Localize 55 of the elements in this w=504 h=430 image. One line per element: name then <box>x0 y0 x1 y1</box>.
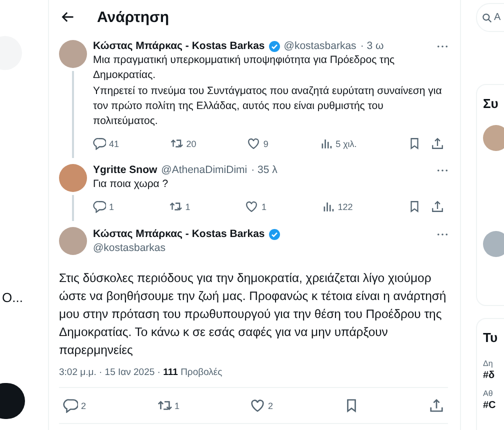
trend-category: Δη <box>483 359 494 368</box>
post-time: · 3 ω <box>360 40 384 52</box>
bookmark-icon[interactable] <box>408 137 421 150</box>
more-icon[interactable] <box>437 44 448 48</box>
more-icon[interactable] <box>437 232 448 236</box>
repost-icon <box>169 200 182 213</box>
page-title: Ανάρτηση <box>97 8 169 26</box>
speech-bubble-icon <box>93 137 106 150</box>
avatar-photo-placeholder[interactable] <box>59 164 87 192</box>
trend-hashtag[interactable]: #C <box>483 400 504 411</box>
share-icon[interactable] <box>428 398 444 413</box>
repost-button[interactable]: 1 <box>169 200 190 213</box>
share-icon[interactable] <box>430 137 444 150</box>
card-title: Τυ <box>483 330 499 345</box>
post-text: Για ποια χωρα ? <box>93 177 170 192</box>
heart-icon <box>245 200 258 213</box>
author-name[interactable]: Κώστας Μπάρκας - Kostas Barkas <box>93 40 265 52</box>
reply-button[interactable]: 2 <box>63 398 86 413</box>
repost-button[interactable]: 20 <box>170 137 196 150</box>
card-title: Συ <box>483 96 500 111</box>
post-timestamp: 3:02 μ.μ. · 15 Ιαν 2025 · 111 Προβολές <box>59 367 448 388</box>
share-icon[interactable] <box>430 200 444 213</box>
views-button[interactable]: 122 <box>322 200 353 213</box>
author-name[interactable]: Ygritte Snow <box>93 164 158 176</box>
account-name[interactable]: Ο... <box>2 290 48 305</box>
like-button[interactable]: 2 <box>250 398 274 413</box>
search-field[interactable]: Α <box>476 3 504 32</box>
repost-button[interactable]: 1 <box>156 398 180 413</box>
heart-icon <box>247 137 260 150</box>
back-arrow-icon[interactable] <box>61 10 75 24</box>
bar-chart-icon <box>322 200 335 213</box>
trend-category: Αθ <box>483 389 494 398</box>
heart-icon <box>250 398 265 413</box>
post-text: Μια πραγματική υπερκομματική υποψηφιότητα για Πρόεδρος της Δημοκρατίας. <box>93 53 396 83</box>
author-handle[interactable]: @kostasbarkas <box>284 40 356 52</box>
search-icon <box>482 12 492 22</box>
speech-bubble-icon <box>63 398 78 413</box>
author-name[interactable]: Κώστας Μπάρκας - Kostas Barkas <box>93 228 265 240</box>
like-button[interactable]: 9 <box>247 137 268 150</box>
bookmark-icon[interactable] <box>408 200 421 213</box>
post-text: Υπηρετεί το πνεύμα του Συντάγματος που αναζητά ευρύτατη συναίνεση για τον πρώτο πολίτη της Ελλάδας, αυτός που είναι ρυθμιστής του πολιτεύματος. <box>93 84 443 129</box>
trend-hashtag[interactable]: #δ <box>483 370 504 381</box>
like-button[interactable]: 1 <box>245 200 266 213</box>
post-time: · 35 λ <box>251 164 278 176</box>
repost-icon <box>170 137 184 150</box>
bar-chart-icon <box>320 137 333 150</box>
more-icon[interactable] <box>437 168 448 172</box>
speech-bubble-icon <box>93 200 106 213</box>
author-handle[interactable]: @AthenaDimiDimi <box>161 164 248 176</box>
post-text: Στις δύσκολες περιόδους για την δημοκρατία, χρειάζεται λίγο χιούμορ ώστε να βοηθήσουμε την ζωή μας. Προφανώς κ τέτοια είναι η ανάρτησή μου στην πρόταση του πρωθυπουργού για την θέση του Προέδρου της Δημοκρατίας. Το κάνω κ σε εσάς σαφές για να μην υπάρξουν παρερμηνείες <box>59 270 448 359</box>
views-button[interactable]: 5 χιλ. <box>320 137 357 150</box>
repost-icon <box>156 398 172 413</box>
reply-button[interactable]: 1 <box>93 200 114 213</box>
author-handle[interactable]: @kostasbarkas <box>93 242 448 254</box>
reply-button[interactable]: 41 <box>93 137 120 150</box>
